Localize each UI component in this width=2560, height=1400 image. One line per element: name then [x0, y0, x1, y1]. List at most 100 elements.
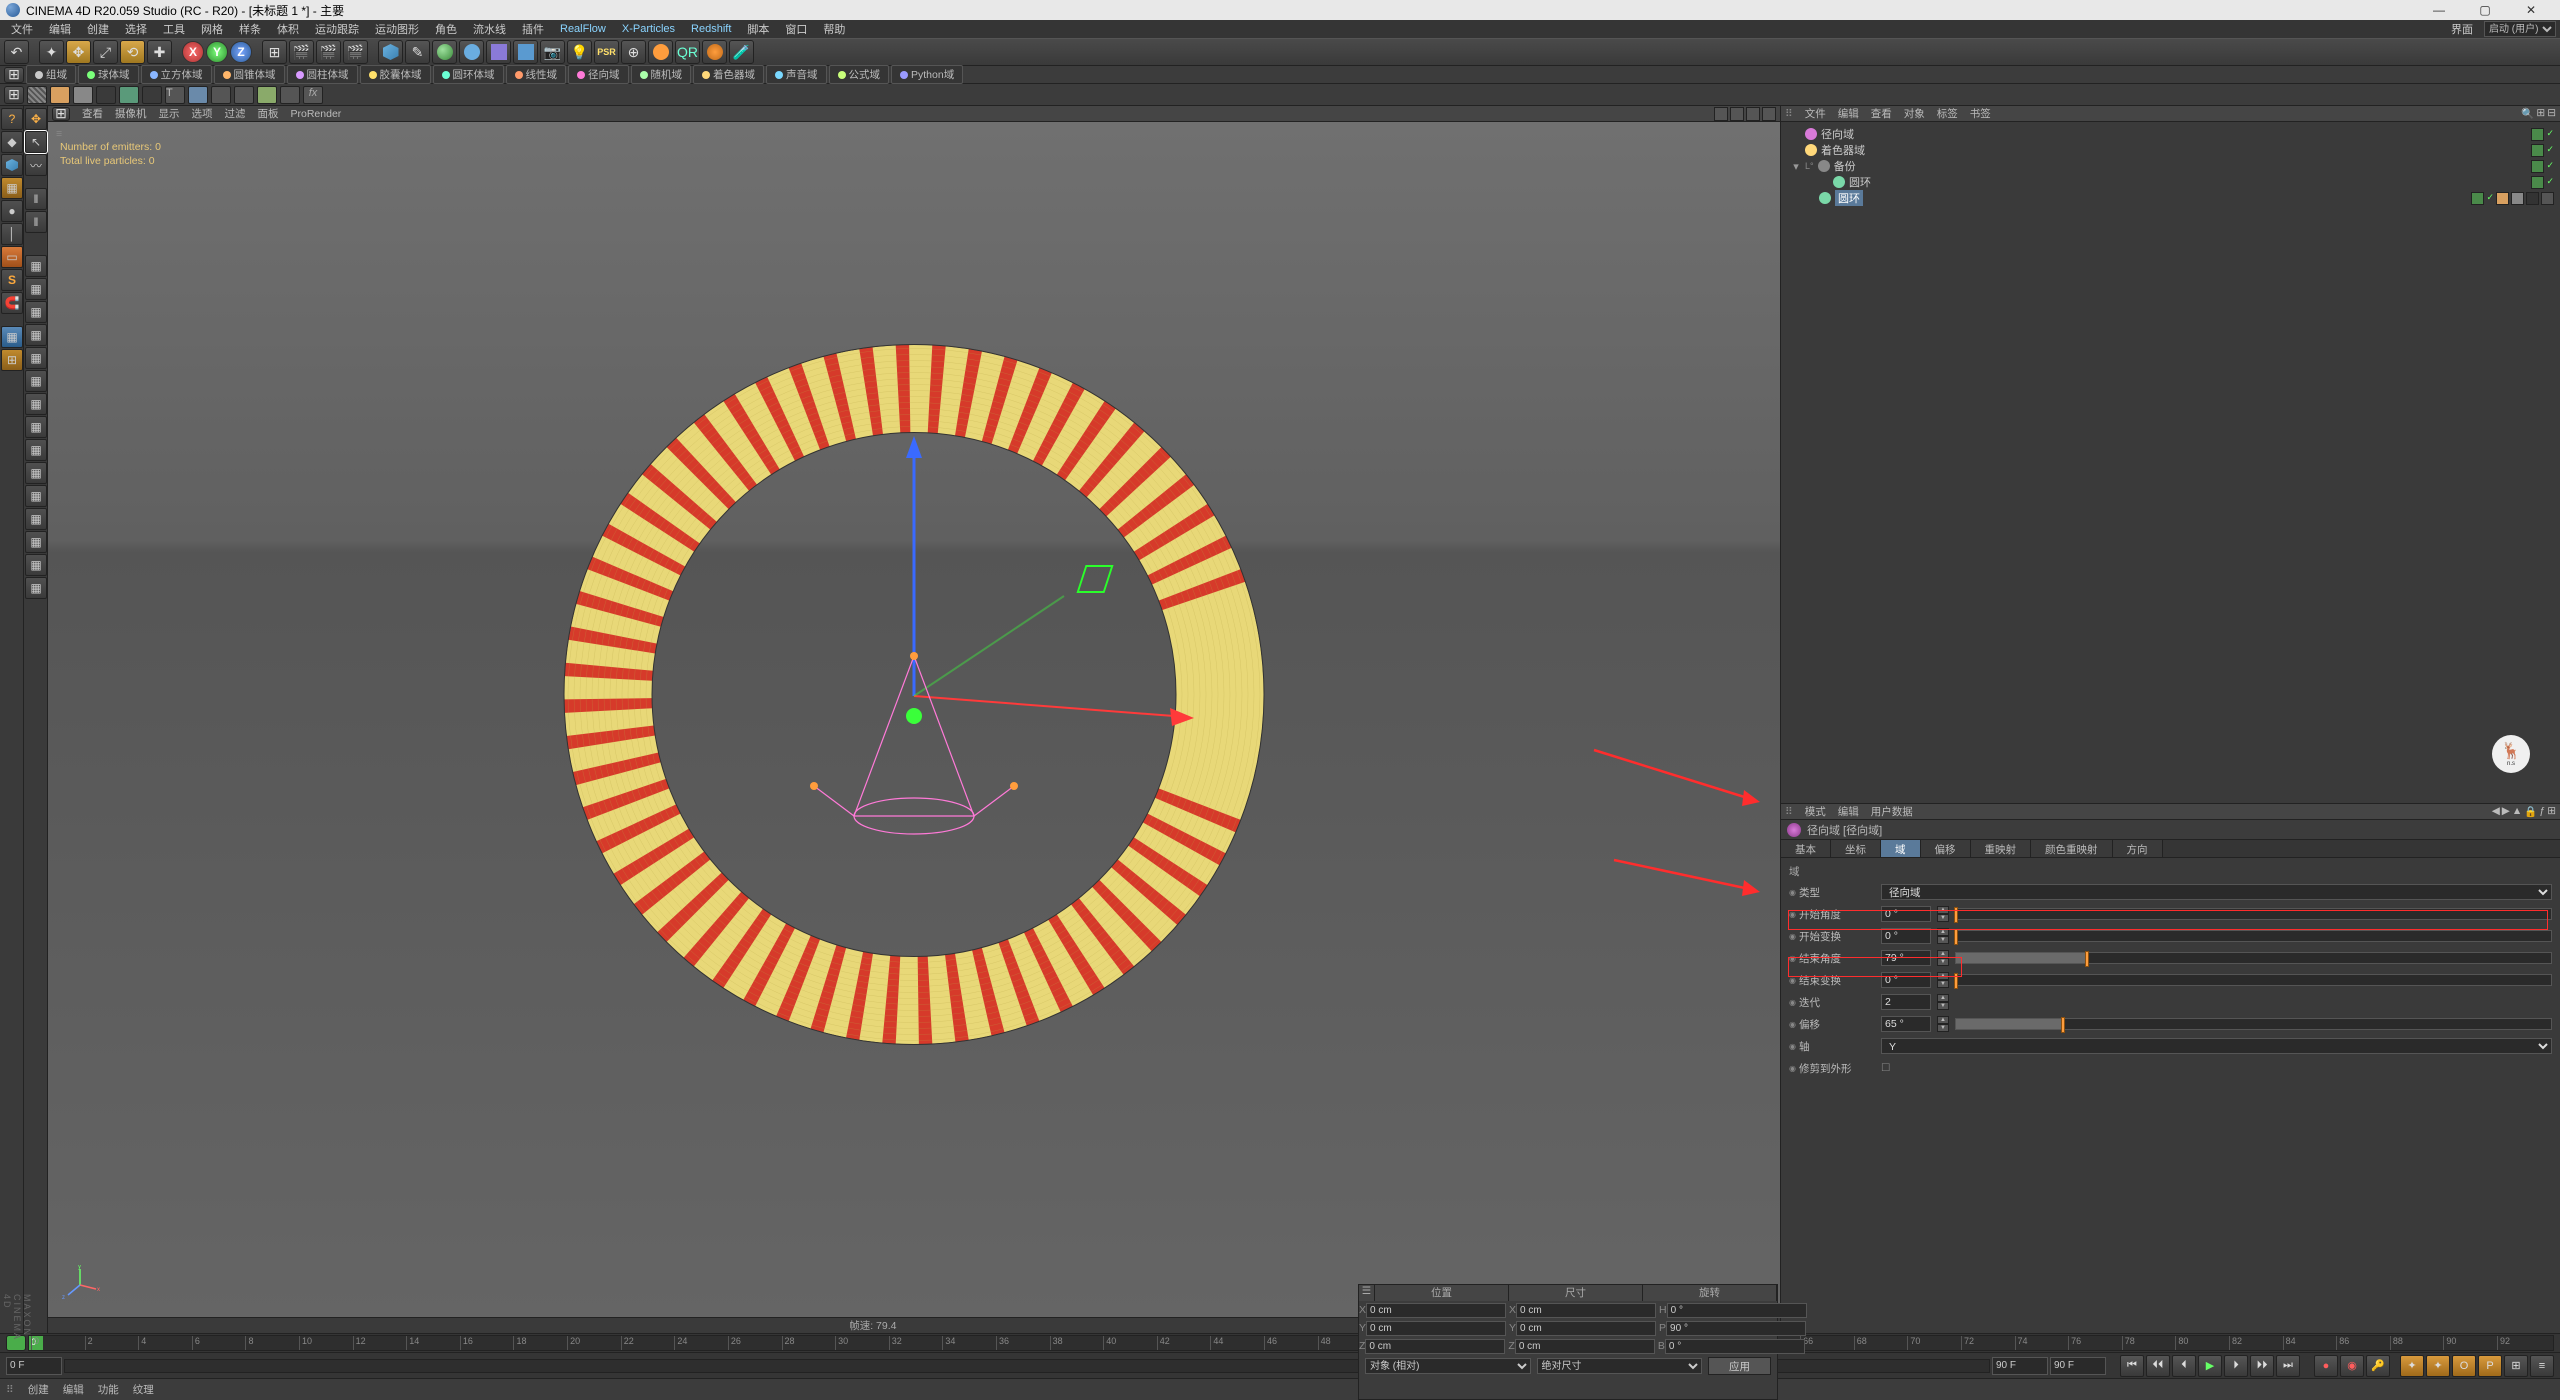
attr-spinner-开始变换[interactable]: ▲▼: [1937, 928, 1949, 944]
render-region-button[interactable]: 🎬: [316, 40, 341, 64]
m4[interactable]: ▦: [25, 324, 47, 346]
axis-z-toggle[interactable]: Z: [230, 41, 252, 63]
menu-窗口[interactable]: 窗口: [778, 19, 814, 39]
vp-icon-0[interactable]: [1714, 107, 1728, 121]
add-light-button[interactable]: 💡: [567, 40, 592, 64]
tex-1[interactable]: [50, 86, 70, 104]
tex-6[interactable]: T: [165, 86, 185, 104]
goto-end-button[interactable]: ⏭: [2276, 1355, 2300, 1377]
attr-spinner-偏移[interactable]: ▲▼: [1937, 1016, 1949, 1032]
objmgr-menu-标签[interactable]: 标签: [1937, 106, 1958, 121]
workplane-icon[interactable]: ▦: [1, 326, 23, 348]
axis-y-toggle[interactable]: Y: [206, 41, 228, 63]
select-tool-icon[interactable]: ↖: [25, 131, 47, 153]
attr-lock-icon[interactable]: 🔒: [2524, 805, 2537, 818]
attr-slider-结束变换[interactable]: [1955, 974, 2552, 986]
vp-menu-过滤[interactable]: 过滤: [225, 106, 246, 121]
objmgr-menu-文件[interactable]: 文件: [1805, 106, 1826, 121]
recent-tool[interactable]: ✚: [147, 40, 172, 64]
attr-tab-颜色重映射[interactable]: 颜色重映射: [2031, 840, 2113, 857]
shelf-随机域[interactable]: 随机域: [631, 65, 692, 84]
layout-select[interactable]: 启动 (用户): [2484, 21, 2556, 37]
tex-2[interactable]: [73, 86, 93, 104]
component-object[interactable]: [1, 154, 23, 176]
move-tool[interactable]: ✥: [66, 40, 91, 64]
menu-帮助[interactable]: 帮助: [816, 19, 852, 39]
attr-menu-用户数据[interactable]: 用户数据: [1871, 804, 1913, 819]
tex-10[interactable]: [257, 86, 277, 104]
tex-noise[interactable]: [27, 86, 47, 104]
vp-icon-3[interactable]: [1762, 107, 1776, 121]
attr-input-迭代[interactable]: [1881, 994, 1931, 1010]
coord-system-button[interactable]: ⊞: [262, 40, 287, 64]
objmgr-menu-编辑[interactable]: 编辑: [1838, 106, 1859, 121]
magnet-icon[interactable]: 🧲: [1, 292, 23, 314]
menu-角色[interactable]: 角色: [428, 19, 464, 39]
menu-工具[interactable]: 工具: [156, 19, 192, 39]
shelf-声音域[interactable]: 声音域: [766, 65, 827, 84]
menu-样条[interactable]: 样条: [232, 19, 268, 39]
timeline-ruler[interactable]: 0 02468101214161820222426283032343638404…: [28, 1335, 2554, 1351]
menu-创建[interactable]: 创建: [80, 19, 116, 39]
m13[interactable]: ▦: [25, 531, 47, 553]
coord-size-Z[interactable]: [1515, 1339, 1655, 1354]
menu-RealFlow[interactable]: RealFlow: [553, 21, 613, 37]
shelf2-icon[interactable]: ⊞: [4, 86, 24, 104]
close-button[interactable]: ✕: [2508, 0, 2554, 20]
component-model[interactable]: ◆: [1, 131, 23, 153]
tree-row-3[interactable]: 圆环✓: [1787, 174, 2554, 190]
menu-Redshift[interactable]: Redshift: [684, 21, 738, 37]
shelf-着色器域[interactable]: 着色器域: [693, 65, 764, 84]
tree-row-1[interactable]: 着色器域✓: [1787, 142, 2554, 158]
shelf-立方体域[interactable]: 立方体域: [141, 65, 212, 84]
menu-体积[interactable]: 体积: [270, 19, 306, 39]
menu-选择[interactable]: 选择: [118, 19, 154, 39]
key-scale-button[interactable]: ✦: [2426, 1355, 2450, 1377]
psr-button[interactable]: PSR: [594, 40, 619, 64]
menu-编辑[interactable]: 编辑: [42, 19, 78, 39]
attr-nav-back-icon[interactable]: ◀: [2492, 805, 2500, 818]
menu-运动跟踪[interactable]: 运动跟踪: [308, 19, 366, 39]
tree-row-2[interactable]: ▾L°备份✓: [1787, 158, 2554, 174]
coord-mode-1[interactable]: 对象 (相对): [1365, 1358, 1531, 1374]
vp-menu-面板[interactable]: 面板: [258, 106, 279, 121]
attr-menu-模式[interactable]: 模式: [1805, 804, 1826, 819]
m2[interactable]: ▦: [25, 278, 47, 300]
vp-icon-2[interactable]: [1746, 107, 1760, 121]
objmgr-menu-书签[interactable]: 书签: [1970, 106, 1991, 121]
objmgr-icon-0[interactable]: 🔍: [2521, 107, 2534, 120]
snap-icon[interactable]: ⊞: [1, 349, 23, 371]
m6[interactable]: ▦: [25, 370, 47, 392]
tex-9[interactable]: [234, 86, 254, 104]
vp-menu-选项[interactable]: 选项: [192, 106, 213, 121]
axis-x-toggle[interactable]: X: [182, 41, 204, 63]
m9[interactable]: ▦: [25, 439, 47, 461]
attr-check-修剪到外形[interactable]: ☐: [1881, 1062, 1890, 1074]
shelf-球体域[interactable]: 球体域: [78, 65, 139, 84]
coord-rot-X[interactable]: [1667, 1303, 1807, 1318]
m10[interactable]: ▦: [25, 462, 47, 484]
vp-icon-1[interactable]: [1730, 107, 1744, 121]
attr-menu-编辑[interactable]: 编辑: [1838, 804, 1859, 819]
add-deformer-button[interactable]: [486, 40, 511, 64]
maximize-button[interactable]: ▢: [2462, 0, 2508, 20]
shelf-config-icon[interactable]: ⊞: [4, 67, 24, 83]
attr-input-偏移[interactable]: [1881, 1016, 1931, 1032]
coord-pos-Y[interactable]: [1366, 1321, 1506, 1336]
shelf-圆锥体域[interactable]: 圆锥体域: [214, 65, 285, 84]
live-select-button[interactable]: ✦: [39, 40, 64, 64]
shelf-Python域[interactable]: Python域: [891, 65, 963, 84]
prev-frame-button[interactable]: ⏴: [2172, 1355, 2196, 1377]
objmgr-menu-查看[interactable]: 查看: [1871, 106, 1892, 121]
menu-流水线[interactable]: 流水线: [466, 19, 513, 39]
timeline-menu-button[interactable]: ≡: [2530, 1355, 2554, 1377]
menu-X-Particles[interactable]: X-Particles: [615, 21, 682, 37]
autokey-button[interactable]: ◉: [2340, 1355, 2364, 1377]
attr-new-icon[interactable]: ⊞: [2547, 805, 2556, 818]
attr-slider-开始变换[interactable]: [1955, 930, 2552, 942]
shelf-组域[interactable]: 组域: [26, 65, 76, 84]
vp-menu-查看[interactable]: 查看: [82, 106, 103, 121]
coord-pos-Z[interactable]: [1365, 1339, 1505, 1354]
scale-tool[interactable]: ⤢: [93, 40, 118, 64]
attr-tab-基本[interactable]: 基本: [1781, 840, 1831, 857]
